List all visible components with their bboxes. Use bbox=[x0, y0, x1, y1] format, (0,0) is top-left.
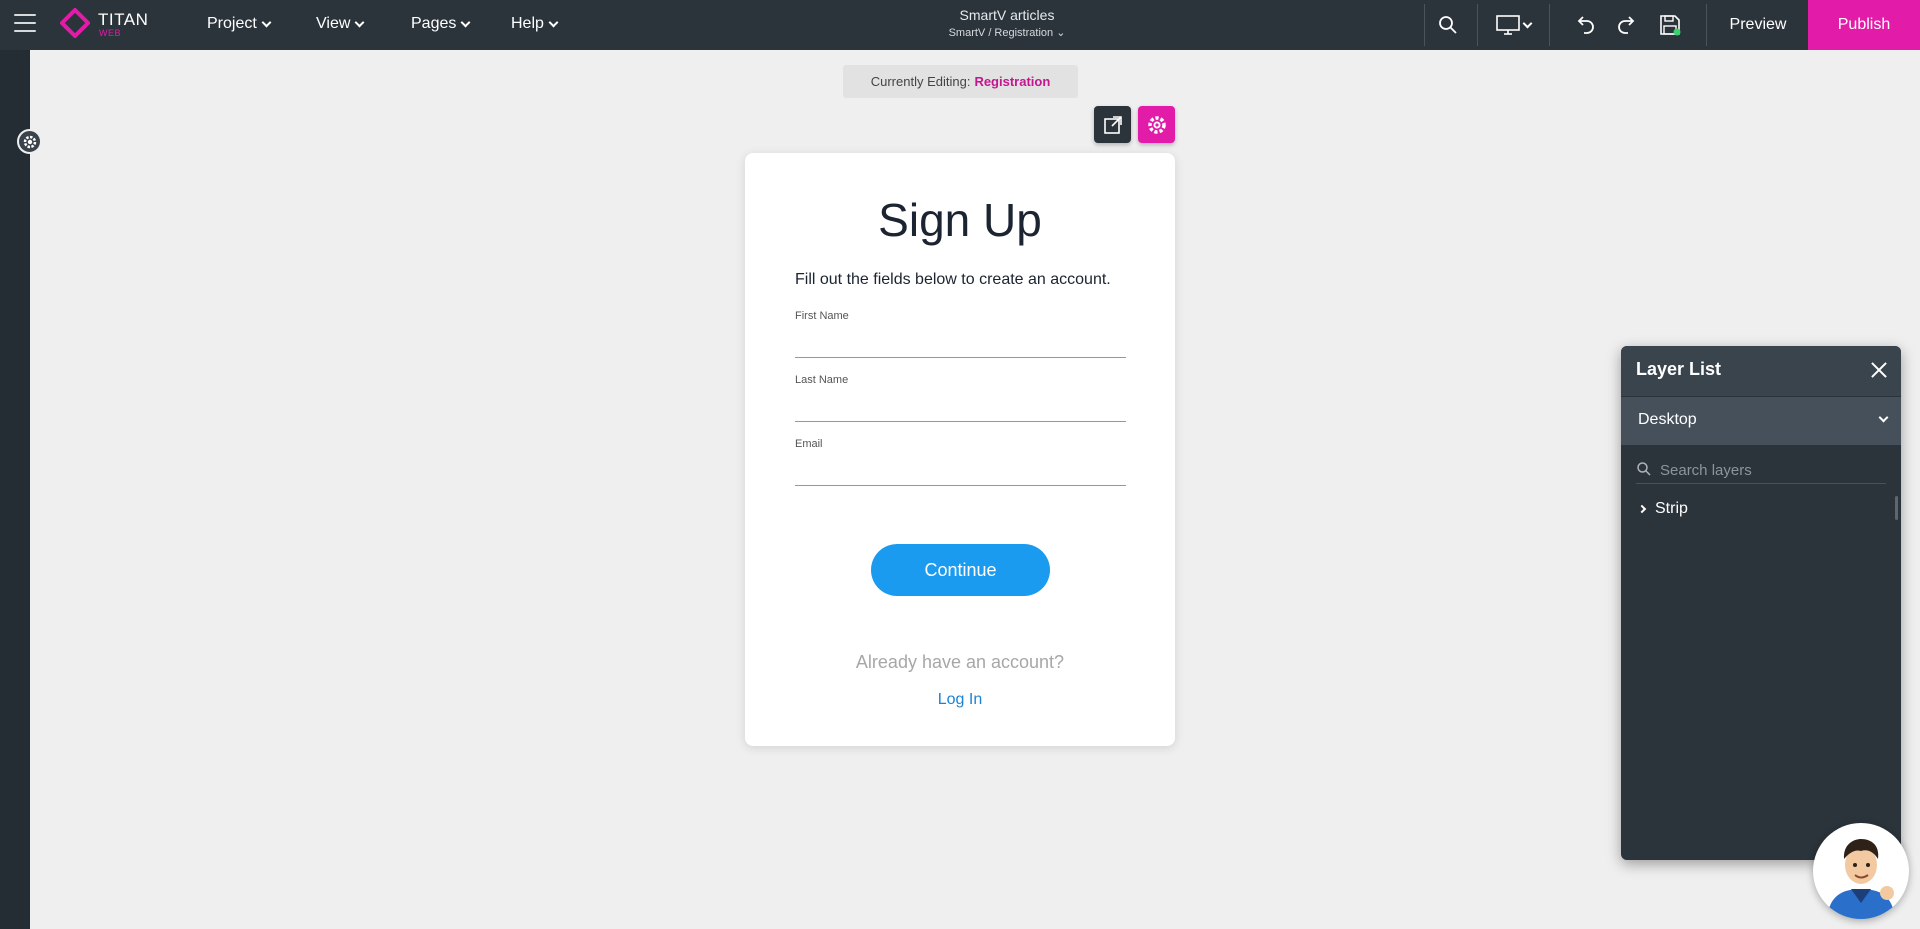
last-name-label: Last Name bbox=[795, 374, 849, 386]
menu-view[interactable]: View bbox=[316, 15, 365, 33]
first-name-input[interactable] bbox=[795, 330, 1126, 358]
search-icon bbox=[1637, 462, 1651, 476]
page-settings-button[interactable] bbox=[17, 129, 42, 154]
menu-help-label: Help bbox=[511, 15, 544, 32]
chevron-right-icon bbox=[1637, 504, 1647, 514]
last-name-input[interactable] bbox=[795, 394, 1126, 422]
signup-subtitle: Fill out the fields below to create an a… bbox=[795, 271, 1111, 288]
layer-list-title: Layer List bbox=[1636, 359, 1722, 379]
layer-item-label: Strip bbox=[1655, 500, 1688, 517]
undo-icon bbox=[1577, 16, 1594, 34]
toolbar-divider bbox=[1424, 4, 1425, 46]
top-toolbar: TITAN WEB Project View Pages Help SmartV… bbox=[0, 0, 1920, 50]
signup-card: Sign Up Fill out the fields below to cre… bbox=[745, 153, 1175, 746]
email-label: Email bbox=[795, 438, 823, 450]
chevron-down-icon bbox=[1878, 412, 1889, 423]
left-sidebar bbox=[0, 50, 30, 929]
menu-pages-label: Pages bbox=[411, 15, 457, 32]
menu-project-label: Project bbox=[207, 15, 257, 32]
chevron-down-icon bbox=[460, 17, 471, 27]
gear-icon bbox=[23, 135, 36, 148]
logo-subtitle: WEB bbox=[99, 28, 122, 38]
device-dropdown-value: Desktop bbox=[1638, 411, 1697, 428]
external-link-icon bbox=[1103, 115, 1122, 134]
document-title: SmartV articles bbox=[959, 7, 1055, 23]
close-icon[interactable] bbox=[1867, 358, 1891, 382]
layer-list-scrollbar[interactable] bbox=[1895, 496, 1898, 520]
layer-list-panel: Layer List Desktop Strip bbox=[1621, 346, 1901, 860]
redo-icon bbox=[1618, 16, 1635, 34]
toolbar-divider bbox=[1477, 4, 1478, 46]
toolbar-divider bbox=[1549, 4, 1550, 46]
element-settings-button[interactable] bbox=[1138, 106, 1175, 143]
open-external-button[interactable] bbox=[1094, 106, 1131, 143]
chevron-down-icon bbox=[548, 17, 559, 27]
device-dropdown[interactable]: Desktop bbox=[1621, 397, 1901, 445]
search-icon bbox=[1439, 16, 1457, 34]
chevron-down-icon bbox=[354, 17, 365, 27]
titan-logo[interactable]: TITAN WEB bbox=[60, 8, 180, 40]
mascot-avatar-icon bbox=[1815, 825, 1907, 919]
desktop-device-icon bbox=[1495, 15, 1520, 35]
currently-editing-page: Registration bbox=[974, 74, 1051, 89]
layer-search-input[interactable] bbox=[1660, 459, 1880, 481]
support-assistant-avatar[interactable] bbox=[1813, 823, 1909, 919]
layer-list-header: Layer List bbox=[1621, 346, 1901, 396]
titan-logo-mark-icon bbox=[60, 8, 90, 38]
chevron-down-icon bbox=[1522, 18, 1532, 28]
hamburger-menu-icon[interactable] bbox=[14, 14, 36, 34]
search-button[interactable] bbox=[1433, 10, 1463, 40]
toolbar-divider bbox=[1706, 4, 1707, 46]
menu-view-label: View bbox=[316, 15, 351, 32]
menu-pages[interactable]: Pages bbox=[411, 15, 471, 33]
publish-button[interactable]: Publish bbox=[1808, 0, 1920, 50]
redo-button[interactable] bbox=[1612, 10, 1642, 40]
save-icon bbox=[1660, 15, 1681, 36]
login-link[interactable]: Log In bbox=[745, 691, 1175, 709]
currently-editing-prefix: Currently Editing: bbox=[870, 74, 971, 89]
device-selector-button[interactable] bbox=[1491, 10, 1535, 40]
document-path-dropdown[interactable]: SmartV / Registration ⌄ bbox=[900, 26, 1114, 39]
menu-help[interactable]: Help bbox=[511, 15, 559, 33]
already-have-account-text: Already have an account? bbox=[855, 652, 1065, 672]
gear-icon bbox=[1147, 115, 1166, 134]
save-button[interactable] bbox=[1655, 10, 1685, 40]
continue-button[interactable]: Continue bbox=[871, 544, 1050, 596]
chevron-down-icon bbox=[261, 17, 272, 27]
preview-button[interactable]: Preview bbox=[1708, 0, 1808, 50]
menu-project[interactable]: Project bbox=[207, 15, 272, 33]
email-field: Email bbox=[795, 438, 1126, 486]
first-name-label: First Name bbox=[795, 310, 849, 322]
undo-button[interactable] bbox=[1570, 10, 1600, 40]
logo-title: TITAN bbox=[98, 10, 149, 29]
last-name-field: Last Name bbox=[795, 374, 1126, 422]
first-name-field: First Name bbox=[795, 310, 1126, 358]
signup-title: Sign Up bbox=[878, 194, 1042, 246]
currently-editing-badge: Currently Editing: Registration bbox=[843, 65, 1078, 98]
email-input[interactable] bbox=[795, 458, 1126, 486]
layer-item-strip[interactable]: Strip bbox=[1637, 498, 1688, 520]
layer-search bbox=[1636, 456, 1886, 484]
